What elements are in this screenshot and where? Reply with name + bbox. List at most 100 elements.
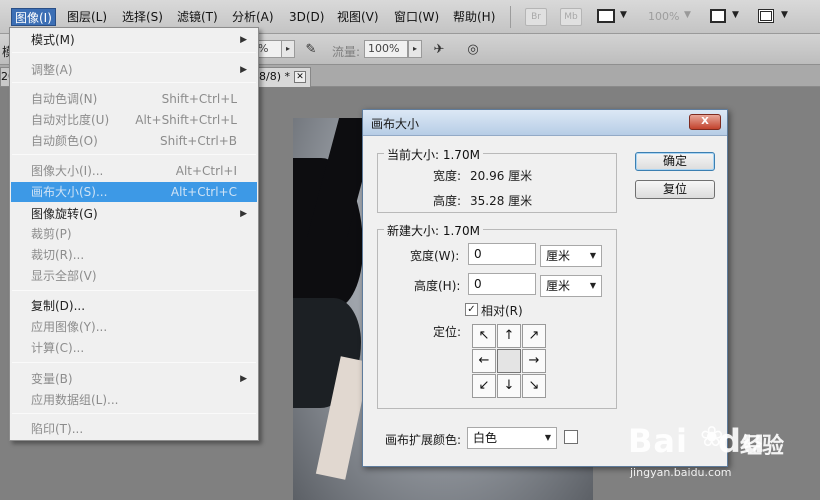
menu-separator [12, 52, 256, 53]
width-unit-select[interactable]: 厘米 ▼ [540, 245, 602, 267]
menu-item-adjustments[interactable]: 调整(A) ▶ [11, 60, 257, 80]
menu-window[interactable]: 窗口(W) [391, 8, 442, 26]
watermark-url: jingyan.baidu.com [630, 466, 732, 479]
flow-label: 流量: [332, 45, 361, 59]
submenu-arrow-icon: ▶ [240, 35, 247, 45]
menu-item-trap[interactable]: 陷印(T)... [11, 419, 257, 439]
baidu-jingyan-watermark: Bai du ❀ 经验 jingyan.baidu.com [628, 418, 818, 498]
menu-help[interactable]: 帮助(H) [450, 8, 498, 26]
screen-mode-icon[interactable] [758, 9, 774, 23]
opacity-arrow[interactable]: ▸ [281, 40, 295, 58]
extension-color-swatch[interactable] [564, 430, 578, 444]
menu-item-label: 计算(C)... [31, 341, 85, 355]
menu-item-auto-color[interactable]: 自动颜色(O) Shift+Ctrl+B [11, 131, 257, 151]
menu-item-mode[interactable]: 模式(M) ▶ [11, 30, 257, 50]
menu-item-label: 变量(B) [31, 372, 73, 386]
close-button[interactable]: X [689, 114, 721, 130]
menu-item-label: 裁剪(P) [31, 227, 72, 241]
ok-button[interactable]: 确定 [635, 152, 715, 171]
extension-color-select[interactable]: 白色 ▼ [467, 427, 557, 449]
menu-item-reveal-all[interactable]: 显示全部(V) [11, 266, 257, 286]
bridge-button[interactable]: Br [525, 8, 547, 26]
menu-select[interactable]: 选择(S) [119, 8, 166, 26]
flow-arrow[interactable]: ▸ [408, 40, 422, 58]
menu-item-calculations[interactable]: 计算(C)... [11, 338, 257, 358]
anchor-top-left[interactable]: ↖ [472, 324, 496, 348]
menu-item-label: 复制(D)... [31, 299, 86, 313]
menu-item-apply-data-set[interactable]: 应用数据组(L)... [11, 390, 257, 410]
current-height-value: 35.28 厘米 [470, 194, 533, 208]
menu-analysis[interactable]: 分析(A) [229, 8, 277, 26]
menu-separator [12, 290, 256, 291]
menu-item-auto-tone[interactable]: 自动色调(N) Shift+Ctrl+L [11, 89, 257, 109]
anchor-left[interactable]: ← [472, 349, 496, 373]
pressure-opacity-icon[interactable]: ✎ [302, 41, 320, 59]
menu-item-label: 陷印(T)... [31, 422, 84, 436]
chevron-down-icon[interactable]: ▼ [732, 10, 739, 20]
width-input[interactable]: 0 [468, 243, 536, 265]
menu-item-auto-contrast[interactable]: 自动对比度(U) Alt+Shift+Ctrl+L [11, 110, 257, 130]
arrange-documents-icon[interactable] [710, 9, 726, 23]
anchor-bottom[interactable]: ↓ [497, 374, 521, 398]
menu-item-label: 显示全部(V) [31, 269, 97, 283]
submenu-arrow-icon: ▶ [240, 374, 247, 384]
anchor-top[interactable]: ↑ [497, 324, 521, 348]
menu-item-shortcut: Alt+Shift+Ctrl+L [135, 113, 237, 127]
height-unit-select[interactable]: 厘米 ▼ [540, 275, 602, 297]
menu-item-label: 调整(A) [31, 63, 73, 77]
menu-item-variables[interactable]: 变量(B) ▶ [11, 369, 257, 389]
anchor-bottom-left[interactable]: ↙ [472, 374, 496, 398]
anchor-bottom-right[interactable]: ↘ [522, 374, 546, 398]
close-icon[interactable]: ✕ [294, 71, 306, 83]
anchor-center[interactable] [497, 349, 521, 373]
zoom-level[interactable]: 100% [648, 10, 679, 23]
menu-separator [12, 82, 256, 83]
menu-item-label: 图像大小(I)... [31, 164, 104, 178]
extension-color-value: 白色 [473, 431, 498, 445]
new-width-label: 宽度(W): [410, 249, 460, 263]
menu-item-trim[interactable]: 裁切(R)... [11, 245, 257, 265]
chevron-down-icon: ▼ [589, 281, 596, 290]
watermark-brand: 经验 [740, 434, 785, 459]
pressure-size-icon[interactable]: ◎ [464, 41, 482, 59]
menu-separator [12, 154, 256, 155]
menu-item-crop[interactable]: 裁剪(P) [11, 224, 257, 244]
menu-item-shortcut: Alt+Ctrl+C [170, 185, 237, 199]
menu-item-shortcut: Shift+Ctrl+B [160, 134, 237, 148]
current-height-label: 高度: [433, 194, 462, 208]
menu-3d[interactable]: 3D(D) [286, 8, 327, 26]
menu-item-image-rotation[interactable]: 图像旋转(G) ▶ [11, 204, 257, 224]
height-input[interactable]: 0 [468, 273, 536, 295]
document-tab-title: 8/8) * [259, 70, 290, 83]
menu-item-image-size[interactable]: 图像大小(I)... Alt+Ctrl+I [11, 161, 257, 181]
menu-item-label: 图像旋转(G) [31, 207, 98, 221]
dialog-titlebar[interactable]: 画布大小 X [363, 110, 727, 136]
menu-image[interactable]: 图像(I) [11, 8, 56, 26]
menu-view[interactable]: 视图(V) [334, 8, 382, 26]
menu-filter[interactable]: 滤镜(T) [174, 8, 221, 26]
new-size-group: 新建大小: 1.70M 宽度(W): 0 厘米 ▼ 高度(H): 0 厘米 ▼ ✓ … [377, 222, 617, 409]
anchor-right[interactable]: → [522, 349, 546, 373]
menu-item-apply-image[interactable]: 应用图像(Y)... [11, 317, 257, 337]
flow-field[interactable]: 100% [364, 40, 408, 58]
anchor-top-right[interactable]: ↗ [522, 324, 546, 348]
airbrush-icon[interactable]: ✈ [430, 41, 448, 59]
menu-item-shortcut: Shift+Ctrl+L [161, 92, 237, 106]
menu-item-canvas-size[interactable]: 画布大小(S)... Alt+Ctrl+C [11, 182, 257, 202]
menu-item-label: 裁切(R)... [31, 248, 85, 262]
menu-item-label: 自动对比度(U) [31, 113, 110, 127]
height-unit-value: 厘米 [546, 279, 571, 293]
chevron-down-icon: ▼ [589, 251, 596, 260]
chevron-down-icon[interactable]: ▼ [781, 10, 788, 20]
chevron-down-icon[interactable]: ▼ [620, 10, 627, 20]
relative-checkbox[interactable]: ✓ [465, 303, 478, 316]
reset-button[interactable]: 复位 [635, 180, 715, 199]
menu-separator [12, 413, 256, 414]
menu-item-label: 自动颜色(O) [31, 134, 98, 148]
minibridge-button[interactable]: Mb [560, 8, 582, 26]
menu-item-duplicate[interactable]: 复制(D)... [11, 296, 257, 316]
menu-layer[interactable]: 图层(L) [64, 8, 110, 26]
filmstrip-icon[interactable] [597, 9, 615, 23]
chevron-down-icon[interactable]: ▼ [684, 10, 691, 20]
relative-label: 相对(R) [481, 304, 523, 318]
